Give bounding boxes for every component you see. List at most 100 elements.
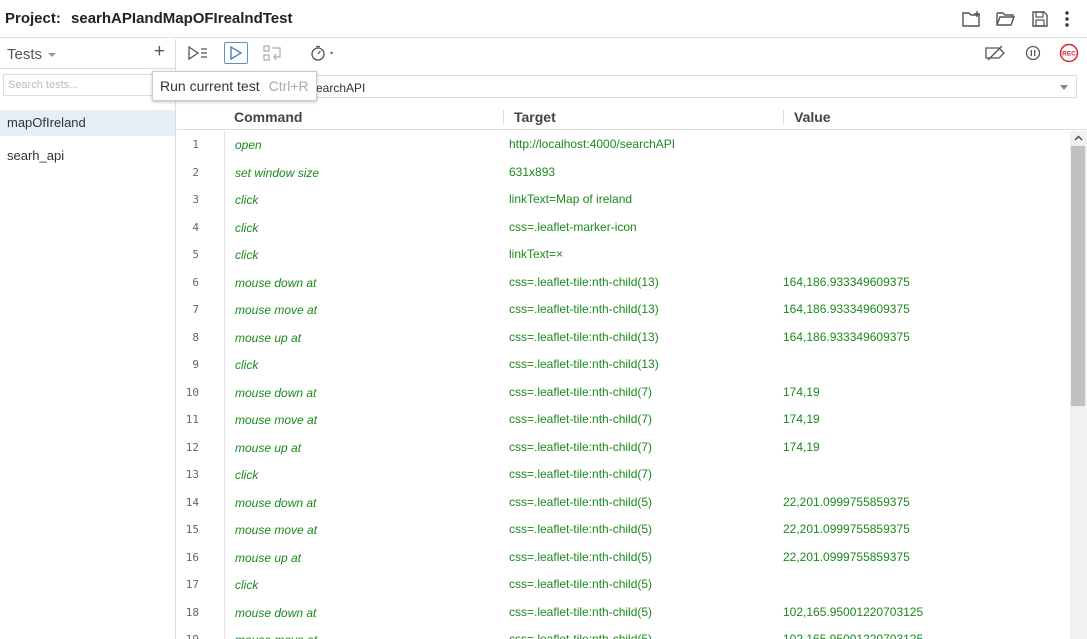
table-row[interactable]: 10 mouse down at css=.leaflet-tile:nth-chi…: [177, 379, 1070, 407]
table-row[interactable]: 1 open http://localhost:4000/searchAPI: [177, 131, 1070, 159]
command-cell: mouse down at: [235, 495, 317, 510]
command-cell: click: [235, 193, 259, 207]
run-current-test-icon: [230, 46, 242, 60]
value-cell: 164,186.933349609375: [783, 302, 910, 316]
line-number: 17: [185, 578, 199, 591]
target-cell: css=.leaflet-tile:nth-child(7): [509, 439, 653, 454]
line-number: 7: [192, 303, 199, 316]
value-cell: 174,19: [783, 412, 820, 426]
project-name[interactable]: searhAPIandMapOFIrealndTest: [71, 10, 292, 27]
disable-breakpoints-button[interactable]: [982, 42, 1008, 64]
line-number: 1: [192, 138, 199, 151]
target-cell: http://localhost:4000/searchAPI: [509, 137, 676, 151]
target-cell: css=.leaflet-tile:nth-child(13): [509, 274, 659, 289]
table-row[interactable]: 13 click css=.leaflet-tile:nth-child(7): [177, 461, 1070, 489]
scroll-up-button[interactable]: [1070, 131, 1087, 145]
table-row[interactable]: 16 mouse up at css=.leaflet-tile:nth-child…: [177, 544, 1070, 572]
table-row[interactable]: 18 mouse down at css=.leaflet-tile:nth-chi…: [177, 599, 1070, 627]
table-row[interactable]: 15 mouse move at css=.leaflet-tile:nth-chi…: [177, 516, 1070, 544]
add-test-button[interactable]: +: [154, 42, 165, 62]
target-cell: css=.leaflet-tile:nth-child(5): [509, 522, 653, 536]
tests-dropdown-label[interactable]: Tests: [7, 46, 42, 63]
line-number: 6: [192, 275, 199, 289]
column-header-value: Value: [794, 109, 831, 125]
table-row[interactable]: 7 mouse move at css=.leaflet-tile:nth-chil…: [177, 296, 1070, 324]
value-cell: 102,165.95001220703125: [783, 604, 924, 619]
table-row[interactable]: 5 click linkText=×: [177, 241, 1070, 269]
new-project-button[interactable]: [955, 8, 989, 30]
record-icon: REC: [1059, 43, 1079, 63]
target-cell: 631x893: [509, 164, 556, 179]
pause-icon: [1025, 45, 1041, 61]
column-divider[interactable]: [783, 110, 784, 124]
test-item[interactable]: mapOfIreland: [0, 110, 175, 136]
table-row[interactable]: 14 mouse down at css=.leaflet-tile:nth-chi…: [177, 489, 1070, 517]
table-row[interactable]: 2 set window size 631x893: [177, 159, 1070, 187]
run-all-tests-button[interactable]: [186, 42, 210, 64]
target-cell: css=.leaflet-tile:nth-child(7): [509, 384, 653, 399]
line-number: 4: [192, 220, 199, 234]
search-tests-input[interactable]: [4, 75, 172, 95]
pause-button[interactable]: [1021, 42, 1045, 64]
table-row[interactable]: 8 mouse up at css=.leaflet-tile:nth-child(…: [177, 324, 1070, 352]
chevron-down-icon[interactable]: [1060, 85, 1068, 90]
line-number: 10: [185, 385, 199, 399]
target-cell: linkText=×: [509, 247, 564, 261]
tooltip-shortcut: Ctrl+R: [268, 78, 309, 94]
value-cell: 102,165.95001220703125: [783, 632, 924, 639]
record-button[interactable]: REC: [1057, 42, 1081, 64]
base-url-value: earchAPI: [316, 81, 366, 95]
base-url-select[interactable]: earchAPI: [315, 75, 1077, 98]
test-list: mapOfIreland searh_api: [0, 110, 175, 169]
line-number: 16: [185, 550, 199, 564]
table-row[interactable]: 19 mouse move at css=.leaflet-tile:nth-chi…: [177, 626, 1070, 639]
table-row[interactable]: 11 mouse move at css=.leaflet-tile:nth-chi…: [177, 406, 1070, 434]
target-cell: linkText=Map of ireland: [509, 192, 633, 206]
project-label: Project:: [5, 10, 61, 27]
open-folder-icon: [996, 12, 1016, 26]
target-cell: css=.leaflet-tile:nth-child(13): [509, 329, 659, 344]
step-over-icon: [263, 45, 281, 61]
tests-sidebar: Tests + mapOfIreland searh_api: [0, 39, 176, 639]
open-project-button[interactable]: [989, 8, 1023, 30]
run-current-test-button[interactable]: [224, 42, 248, 64]
table-row[interactable]: 9 click css=.leaflet-tile:nth-child(13): [177, 351, 1070, 379]
new-folder-icon: [962, 11, 980, 27]
line-number: 2: [192, 165, 199, 179]
target-cell: css=.leaflet-tile:nth-child(13): [509, 357, 659, 371]
scrollbar-thumb[interactable]: [1071, 146, 1085, 406]
record-badge: REC: [1062, 51, 1076, 58]
table-row[interactable]: 3 click linkText=Map of ireland: [177, 186, 1070, 214]
main-panel: REC earchAPI Command Target Value 1 open h…: [177, 39, 1087, 639]
playback-speed-button[interactable]: [307, 42, 339, 64]
line-number: 11: [185, 413, 199, 426]
chevron-down-icon[interactable]: [48, 53, 56, 57]
value-cell: 164,186.933349609375: [783, 329, 910, 344]
run-all-tests-icon: [188, 46, 207, 60]
search-tests-box: [3, 74, 173, 96]
table-row[interactable]: 12 mouse up at css=.leaflet-tile:nth-child…: [177, 434, 1070, 462]
command-cell: click: [235, 220, 259, 235]
target-cell: css=.leaflet-tile:nth-child(5): [509, 577, 653, 591]
command-table-header: Command Target Value: [177, 105, 1087, 130]
value-cell: 174,19: [783, 439, 820, 454]
table-row[interactable]: 4 click css=.leaflet-marker-icon: [177, 214, 1070, 242]
command-cell: set window size: [235, 165, 320, 180]
target-cell: css=.leaflet-tile:nth-child(5): [509, 604, 653, 619]
line-number: 5: [192, 248, 199, 261]
line-number: 19: [177, 633, 199, 639]
save-project-button[interactable]: [1023, 8, 1057, 30]
test-item[interactable]: searh_api: [0, 143, 175, 169]
more-menu-button[interactable]: [1057, 8, 1077, 30]
vertical-scrollbar[interactable]: [1070, 131, 1087, 639]
step-over-button[interactable]: [261, 42, 285, 64]
target-cell: css=.leaflet-tile:nth-child(7): [509, 412, 653, 426]
line-number: 9: [192, 358, 199, 371]
command-cell: mouse up at: [235, 330, 302, 345]
column-divider[interactable]: [503, 110, 504, 124]
table-row[interactable]: 17 click css=.leaflet-tile:nth-child(5): [177, 571, 1070, 599]
run-current-test-tooltip: Run current test Ctrl+R: [152, 71, 317, 101]
command-cell: mouse move at: [235, 523, 318, 537]
table-row[interactable]: 6 mouse down at css=.leaflet-tile:nth-chil…: [177, 269, 1070, 297]
line-number: 12: [185, 440, 199, 454]
